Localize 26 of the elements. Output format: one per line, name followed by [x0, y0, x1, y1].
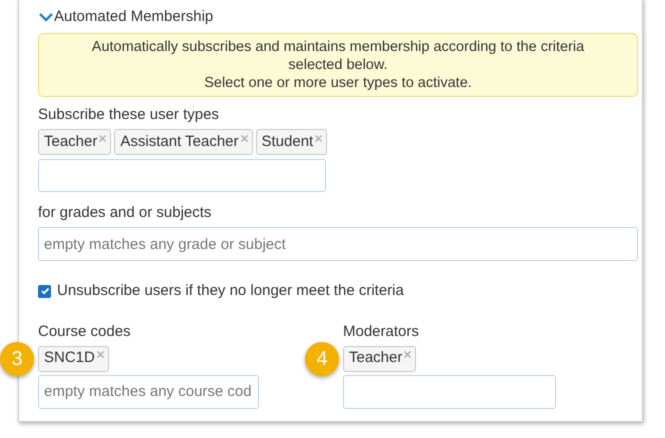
input-field[interactable]: empty matches any grade or subject [38, 227, 638, 261]
notice-text: Select one or more user types to activate. [204, 74, 472, 92]
close-icon[interactable] [99, 134, 106, 142]
close-icon[interactable] [404, 351, 412, 358]
close-icon[interactable] [315, 134, 322, 142]
input-field[interactable]: empty matches any course cod [38, 374, 259, 408]
checkbox-label: Unsubscribe users if they no longer meet the criteria [57, 281, 404, 301]
tag-chip: SNC1D [38, 346, 109, 372]
input-field[interactable] [38, 159, 326, 192]
tag-chip: Teacher [343, 346, 416, 372]
step-badge: 3 [0, 342, 34, 376]
tag-chip: Student [256, 129, 328, 155]
notice-text: Automatically subscribes and maintains membership according to the criteria selected below. [90, 38, 586, 74]
checkbox[interactable] [38, 284, 51, 298]
close-icon[interactable] [240, 134, 248, 142]
chevron-icon[interactable] [38, 12, 54, 22]
field-label: for grades and or subjects [38, 204, 212, 222]
field-label: Course codes [38, 322, 132, 340]
input-field[interactable] [343, 374, 556, 408]
close-icon[interactable] [96, 351, 104, 358]
section-title[interactable]: Automated Membership [54, 6, 214, 28]
field-label: Moderators [343, 322, 420, 340]
field-label: Subscribe these user types [38, 106, 220, 124]
tag-chip: Assistant Teacher [114, 129, 252, 155]
step-badge: 4 [305, 342, 339, 376]
tag-chip: Teacher [38, 129, 112, 155]
